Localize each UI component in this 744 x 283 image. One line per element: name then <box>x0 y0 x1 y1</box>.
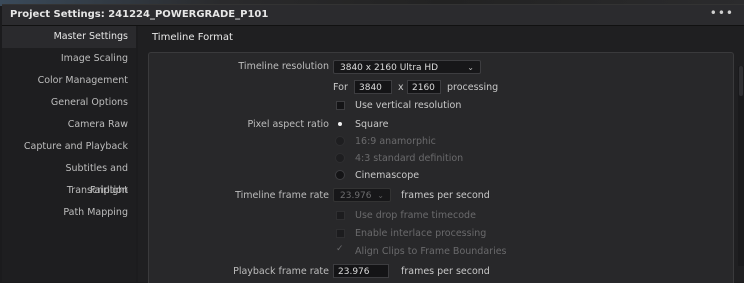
vertical-scrollbar[interactable] <box>738 66 744 266</box>
timeline-frame-rate-label: Timeline frame rate <box>235 190 329 201</box>
align-clips-label: Align Clips to Frame Boundaries <box>355 246 507 257</box>
align-clips-checkbox[interactable]: ✓ <box>336 244 345 256</box>
pixel-aspect-label: Pixel aspect ratio <box>247 119 329 130</box>
sidebar-item-camera-raw[interactable]: Camera Raw <box>2 114 136 136</box>
window-title: Project Settings: 241224_POWERGRADE_P101 <box>10 9 269 20</box>
timeline-frame-rate-dropdown[interactable]: 23.976 ⌄ <box>333 188 391 202</box>
timeline-resolution-value: 3840 x 2160 Ultra HD <box>340 63 439 73</box>
use-vertical-resolution-label: Use vertical resolution <box>355 100 462 111</box>
playback-frame-rate-field[interactable]: 23.976 <box>333 264 389 278</box>
pixel-aspect-standard-label: 4:3 standard definition <box>355 153 464 164</box>
drop-frame-timecode-label: Use drop frame timecode <box>355 210 476 221</box>
pixel-aspect-square-radio[interactable] <box>335 119 345 129</box>
use-vertical-resolution-checkbox[interactable] <box>336 101 345 110</box>
timeline-frame-rate-suffix: frames per second <box>401 190 490 201</box>
section-title: Timeline Format <box>152 32 233 43</box>
drop-frame-timecode-checkbox[interactable] <box>336 211 345 220</box>
sidebar-item-capture-playback[interactable]: Capture and Playback <box>2 136 136 158</box>
settings-main: Timeline Format Timeline resolution 3840… <box>138 26 744 283</box>
project-settings-window: Project Settings: 241224_POWERGRADE_P101… <box>2 4 744 283</box>
processing-label: processing <box>447 82 499 93</box>
pixel-aspect-square-label: Square <box>355 119 389 130</box>
chevron-down-icon: ⌄ <box>377 191 384 200</box>
interlace-processing-label: Enable interlace processing <box>355 228 487 239</box>
sidebar-item-general-options[interactable]: General Options <box>2 92 136 114</box>
playback-frame-rate-suffix: frames per second <box>401 266 490 277</box>
timeline-format-panel: Timeline resolution 3840 x 2160 Ultra HD… <box>148 52 734 283</box>
pixel-aspect-cinemascope-radio[interactable] <box>335 170 345 180</box>
pixel-aspect-anamorphic-radio[interactable] <box>335 136 345 146</box>
checkmark-icon: ✓ <box>336 244 344 254</box>
timeline-resolution-dropdown[interactable]: 3840 x 2160 Ultra HD ⌄ <box>333 60 481 74</box>
sidebar-item-path-mapping[interactable]: Path Mapping <box>2 202 136 224</box>
sidebar-item-subtitles[interactable]: Subtitles and Transcription <box>2 158 136 196</box>
sidebar-item-image-scaling[interactable]: Image Scaling <box>2 48 136 70</box>
for-label: For <box>333 82 348 93</box>
scrollbar-thumb[interactable] <box>739 66 743 96</box>
settings-sidebar: Master Settings Image Scaling Color Mana… <box>2 26 136 282</box>
timeline-resolution-label: Timeline resolution <box>238 61 329 72</box>
resolution-height-field[interactable]: 2160 <box>407 80 441 94</box>
resolution-x-label: x <box>398 82 404 93</box>
more-options-icon[interactable]: ••• <box>710 6 734 20</box>
pixel-aspect-standard-radio[interactable] <box>335 153 345 163</box>
sidebar-item-master-settings[interactable]: Master Settings <box>2 26 136 48</box>
interlace-processing-checkbox[interactable] <box>336 229 345 238</box>
timeline-frame-rate-value: 23.976 <box>340 191 372 201</box>
pixel-aspect-anamorphic-label: 16:9 anamorphic <box>355 136 436 147</box>
pixel-aspect-cinemascope-label: Cinemascope <box>355 170 420 181</box>
chevron-down-icon: ⌄ <box>467 63 474 72</box>
resolution-width-field[interactable]: 3840 <box>354 80 392 94</box>
title-bar: Project Settings: 241224_POWERGRADE_P101… <box>2 5 744 26</box>
playback-frame-rate-label: Playback frame rate <box>233 266 329 277</box>
sidebar-item-color-management[interactable]: Color Management <box>2 70 136 92</box>
